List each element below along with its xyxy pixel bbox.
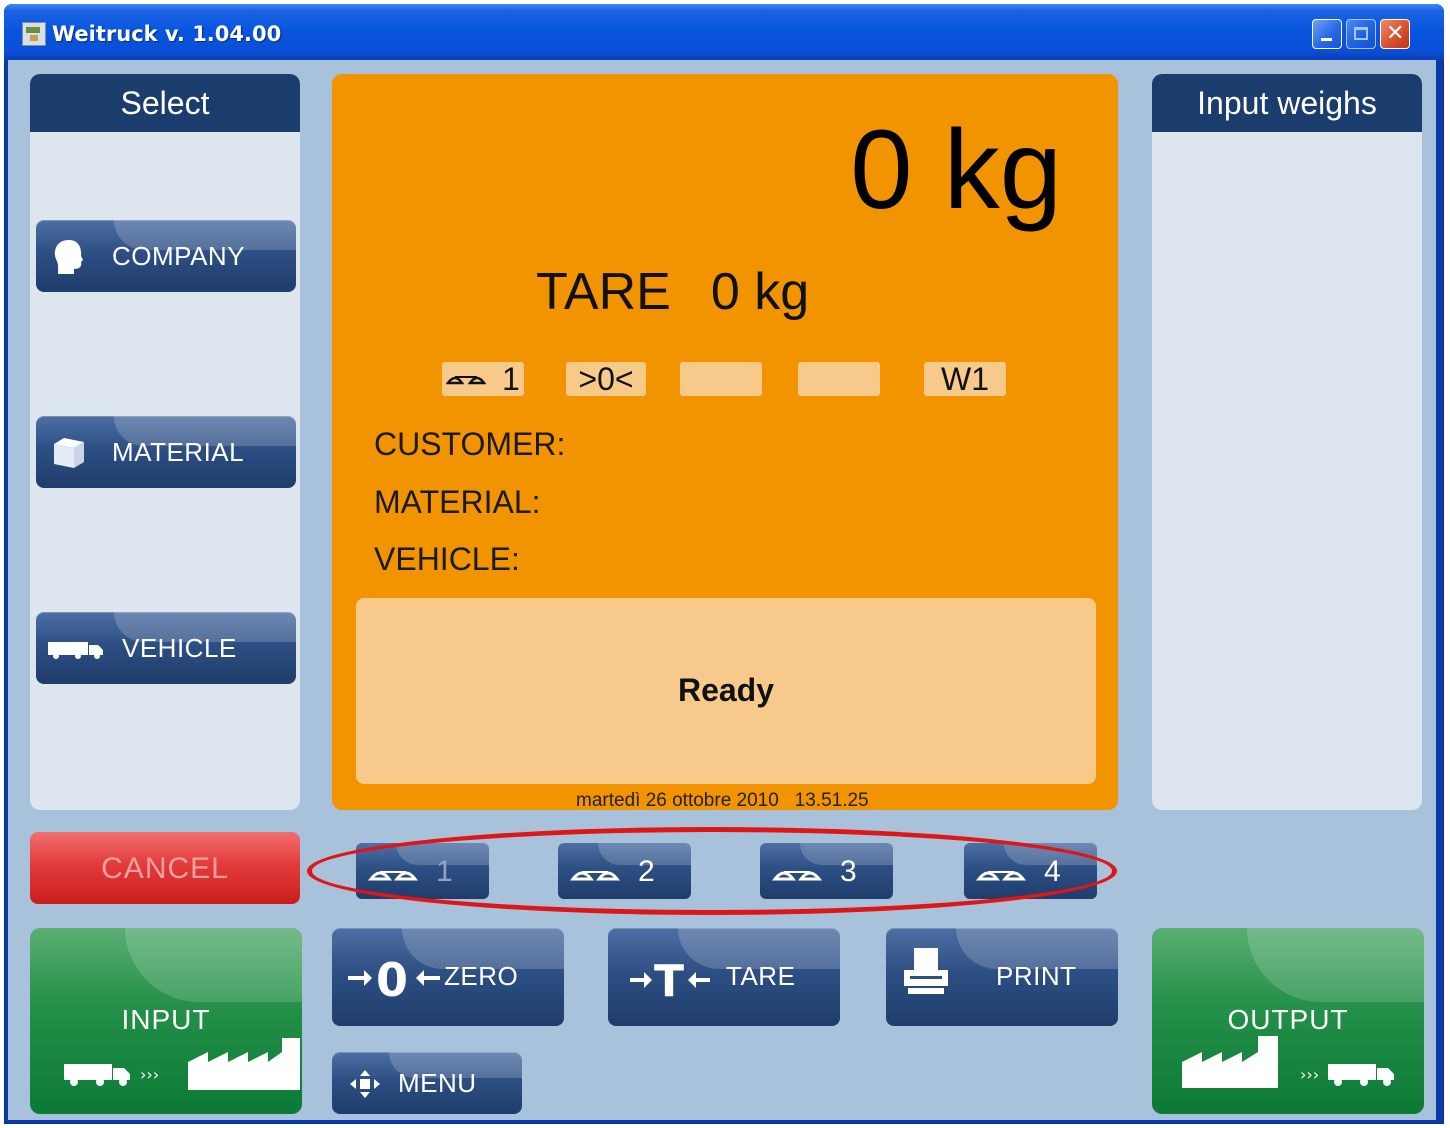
company-button[interactable]: COMPANY [36, 220, 296, 292]
tare-button-label: TARE [726, 961, 796, 991]
tare-label: TARE [536, 263, 671, 321]
zero-icon: 0 [348, 953, 440, 1002]
status-indicator-4 [798, 362, 880, 396]
title-bar[interactable]: Weitruck v. 1.04.00 ✕ [4, 4, 1444, 60]
scale-icon [446, 376, 486, 385]
maximize-button[interactable] [1346, 19, 1376, 49]
truck-to-factory-icon: ››› [64, 1038, 300, 1090]
input-weighs-header: Input weighs [1152, 74, 1422, 132]
print-button-label: PRINT [996, 961, 1077, 991]
zero-button[interactable]: 0 ZERO [332, 928, 564, 1026]
tare-readout: TARE 0 kg [536, 262, 809, 322]
zero-indicator: >0< [566, 362, 646, 396]
tare-button[interactable]: T TARE [608, 928, 840, 1026]
factory-to-truck-icon: ››› [1182, 1036, 1394, 1088]
print-button[interactable]: PRINT [886, 928, 1118, 1026]
close-icon: ✕ [1386, 21, 1405, 46]
window-title: Weitruck v. 1.04.00 [52, 22, 282, 46]
menu-icon [350, 1070, 380, 1098]
weighbridge-indicator: W1 [924, 362, 1006, 396]
input-weighs-panel: Input weighs [1152, 74, 1422, 810]
printer-icon [904, 948, 948, 994]
company-icon [54, 240, 83, 274]
material-button[interactable]: MATERIAL [36, 416, 296, 488]
tare-icon: T [630, 956, 710, 1002]
select-panel-header: Select [30, 74, 300, 132]
weight-value: 0 kg [850, 107, 1062, 232]
material-label: MATERIAL: [374, 484, 541, 520]
zero-button-label: ZERO [444, 961, 519, 991]
customer-label: CUSTOMER: [374, 426, 566, 462]
vehicle-button[interactable]: VEHICLE [36, 612, 296, 684]
svg-text:T: T [654, 956, 684, 1002]
weight-display: 0 kg TARE 0 kg 1 >0< W1 CUSTOMER: MATERIA… [332, 74, 1118, 812]
tare-value: 0 kg [710, 263, 810, 321]
svg-text:›››: ››› [1300, 1065, 1319, 1084]
message-box: Ready [356, 598, 1096, 784]
company-button-label: COMPANY [112, 241, 246, 271]
menu-button[interactable]: MENU [332, 1052, 522, 1114]
vehicle-button-label: VEHICLE [122, 633, 237, 663]
close-button[interactable]: ✕ [1380, 19, 1410, 49]
minimize-button[interactable] [1312, 19, 1342, 49]
date-time: martedì 26 ottobre 2010 13.51.25 [576, 790, 869, 812]
maximize-icon [1354, 27, 1368, 40]
vehicle-label: VEHICLE: [374, 541, 520, 577]
time-text: 13.51.25 [794, 790, 869, 811]
minimize-icon [1321, 38, 1332, 41]
app-icon [22, 22, 46, 46]
truck-icon [48, 642, 103, 659]
input-button[interactable]: INPUT ››› [30, 928, 302, 1114]
svg-text:›››: ››› [140, 1065, 159, 1084]
cancel-button-label: CANCEL [101, 852, 229, 885]
material-button-label: MATERIAL [112, 437, 245, 467]
cancel-button[interactable]: CANCEL [30, 832, 300, 904]
scale-indicator-number: 1 [502, 361, 520, 397]
menu-button-label: MENU [398, 1068, 477, 1098]
date-text: martedì 26 ottobre 2010 [576, 790, 779, 811]
status-message: Ready [677, 672, 775, 708]
output-button-label: OUTPUT [1227, 1004, 1349, 1035]
box-icon [54, 438, 84, 468]
status-indicator-3 [680, 362, 762, 396]
output-button[interactable]: OUTPUT ››› [1152, 928, 1424, 1114]
scale-indicator: 1 [442, 362, 524, 396]
highlight-ellipse [307, 827, 1117, 915]
input-button-label: INPUT [121, 1004, 211, 1035]
svg-text:0: 0 [376, 953, 408, 1002]
